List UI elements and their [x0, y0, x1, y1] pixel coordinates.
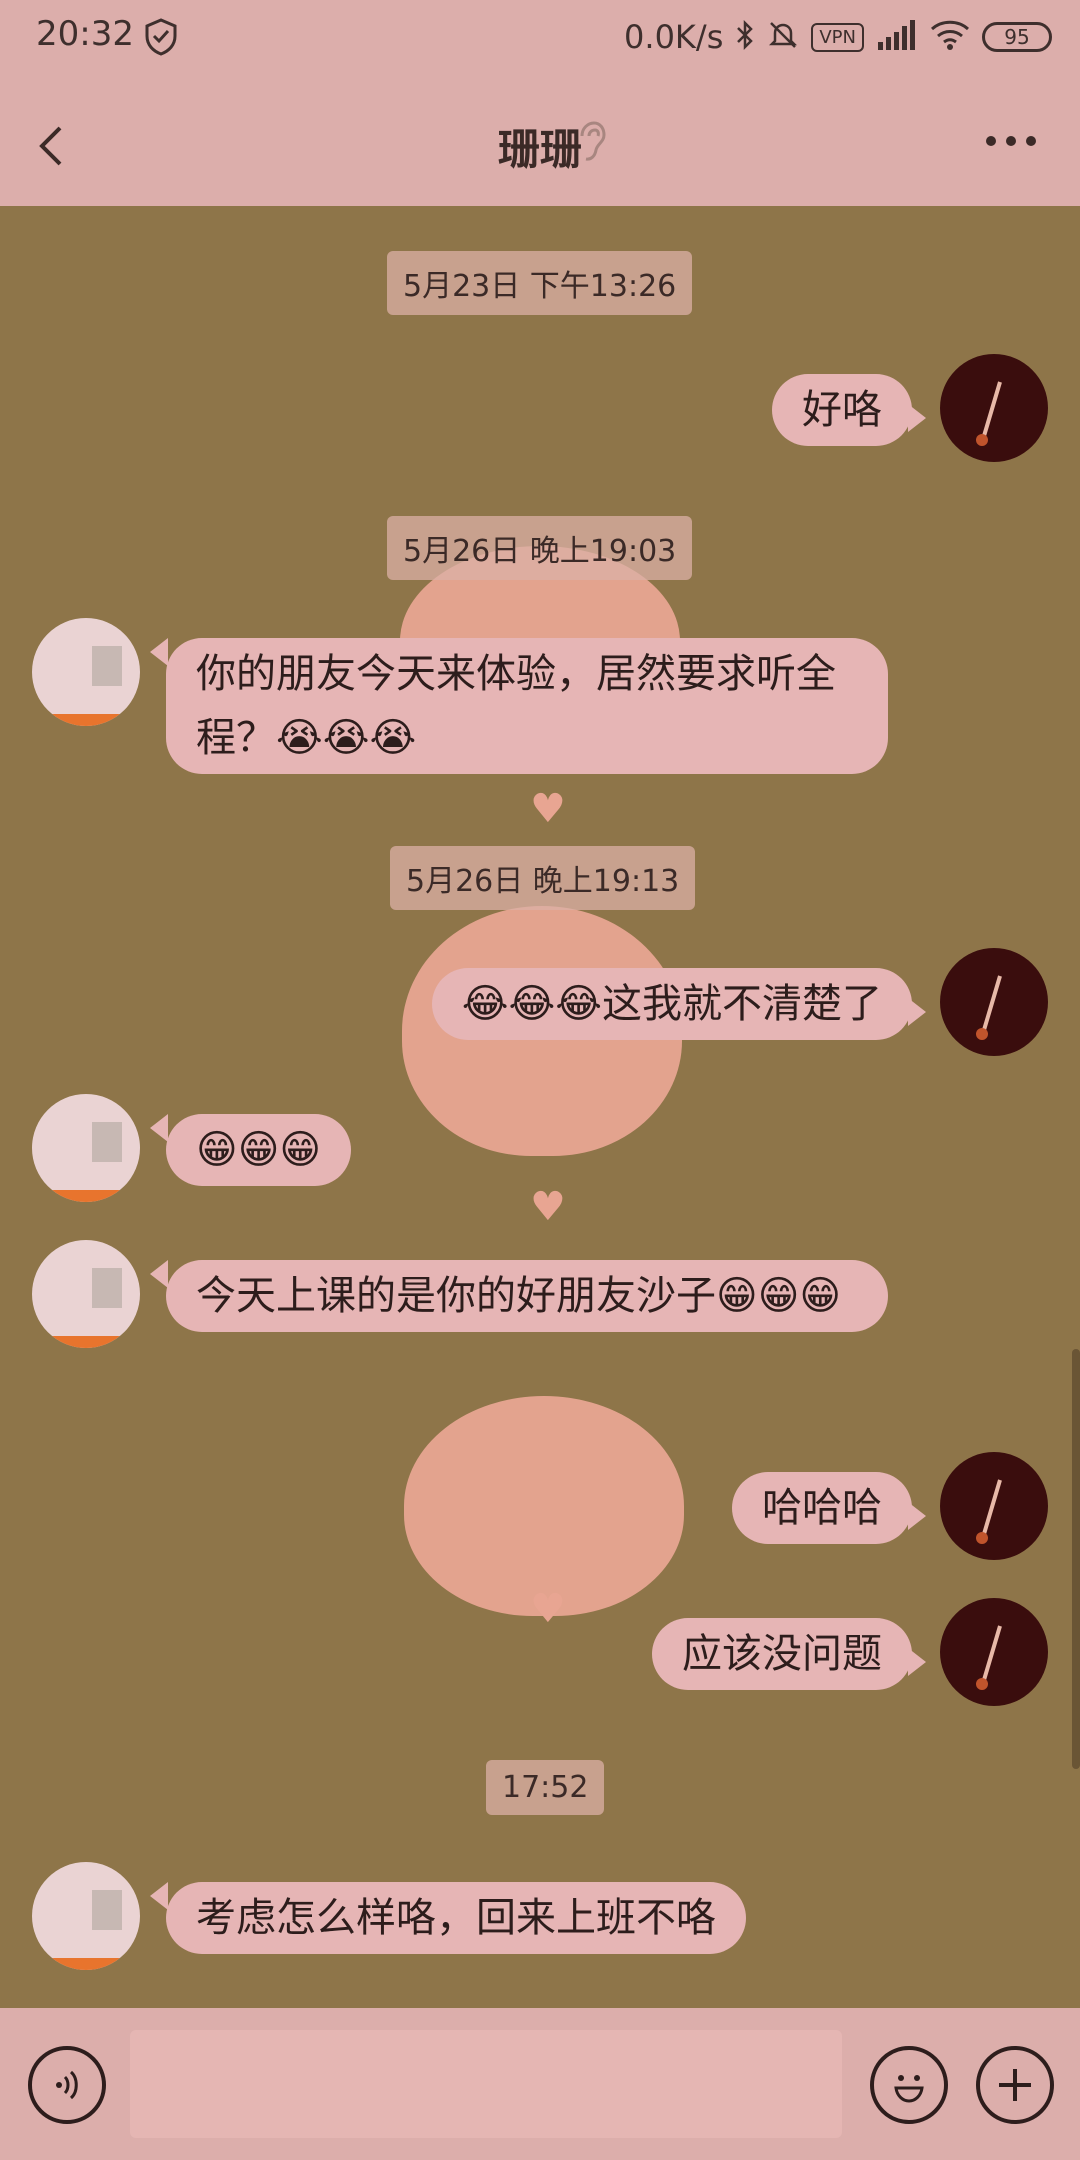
shield-icon: [144, 18, 178, 60]
chat-area[interactable]: ♥ ♥ ♥ 5月23日 下午13:26 好咯 5月26日 晚上19:03 你的朋…: [0, 206, 1080, 2008]
message-bubble[interactable]: 今天上课的是你的好朋友沙子😁😁😁: [166, 1260, 888, 1332]
avatar[interactable]: [32, 618, 140, 726]
heart-decoration: ♥: [530, 1586, 566, 1632]
emoji-button[interactable]: [870, 2046, 948, 2124]
avatar[interactable]: [32, 1094, 140, 1202]
avatar[interactable]: [32, 1862, 140, 1970]
chat-title: 珊珊: [497, 125, 582, 174]
bear-decoration: [404, 1396, 684, 1616]
battery-indicator: 95: [982, 22, 1052, 52]
more-options-icon[interactable]: [986, 136, 1036, 146]
add-button[interactable]: [976, 2046, 1054, 2124]
timestamp: 17:52: [486, 1760, 605, 1815]
bluetooth-icon: [735, 19, 755, 55]
wifi-icon: [930, 19, 970, 55]
heart-decoration: ♥: [530, 1184, 566, 1230]
message-bubble[interactable]: 你的朋友今天来体验，居然要求听全程？😭😭😭: [166, 638, 888, 774]
network-speed: 0.0K/s: [624, 18, 724, 56]
chat-header: 珊珊: [0, 96, 1080, 206]
timestamp: 5月23日 下午13:26: [387, 251, 693, 315]
message-bubble[interactable]: 哈哈哈: [732, 1472, 912, 1544]
avatar[interactable]: [940, 948, 1048, 1056]
message-bubble[interactable]: 应该没问题: [652, 1618, 912, 1690]
message-bubble[interactable]: 😂😂😂这我就不清楚了: [431, 968, 912, 1040]
voice-input-button[interactable]: [28, 2046, 106, 2124]
avatar[interactable]: [32, 1240, 140, 1348]
message-bubble[interactable]: 考虑怎么样咯，回来上班不咯: [166, 1882, 746, 1954]
heart-decoration: ♥: [530, 786, 566, 832]
scrollbar[interactable]: [1072, 1349, 1080, 1769]
status-time: 20:32: [36, 14, 134, 54]
avatar[interactable]: [940, 1452, 1048, 1560]
input-bar: [0, 2008, 1080, 2160]
ear-icon: [576, 120, 606, 168]
timestamp: 5月26日 晚上19:13: [390, 846, 696, 910]
mute-bell-icon: [767, 19, 799, 55]
message-bubble[interactable]: 好咯: [772, 374, 912, 446]
signal-icon: [876, 20, 918, 54]
avatar[interactable]: [940, 354, 1048, 462]
avatar[interactable]: [940, 1598, 1048, 1706]
status-bar: 20:32 0.0K/s VPN 95: [0, 0, 1080, 76]
top-bar: 20:32 0.0K/s VPN 95 珊珊: [0, 0, 1080, 206]
timestamp: 5月26日 晚上19:03: [387, 516, 693, 580]
message-input[interactable]: [130, 2030, 842, 2138]
vpn-badge: VPN: [811, 22, 864, 52]
message-bubble[interactable]: 😁😁😁: [166, 1114, 352, 1186]
